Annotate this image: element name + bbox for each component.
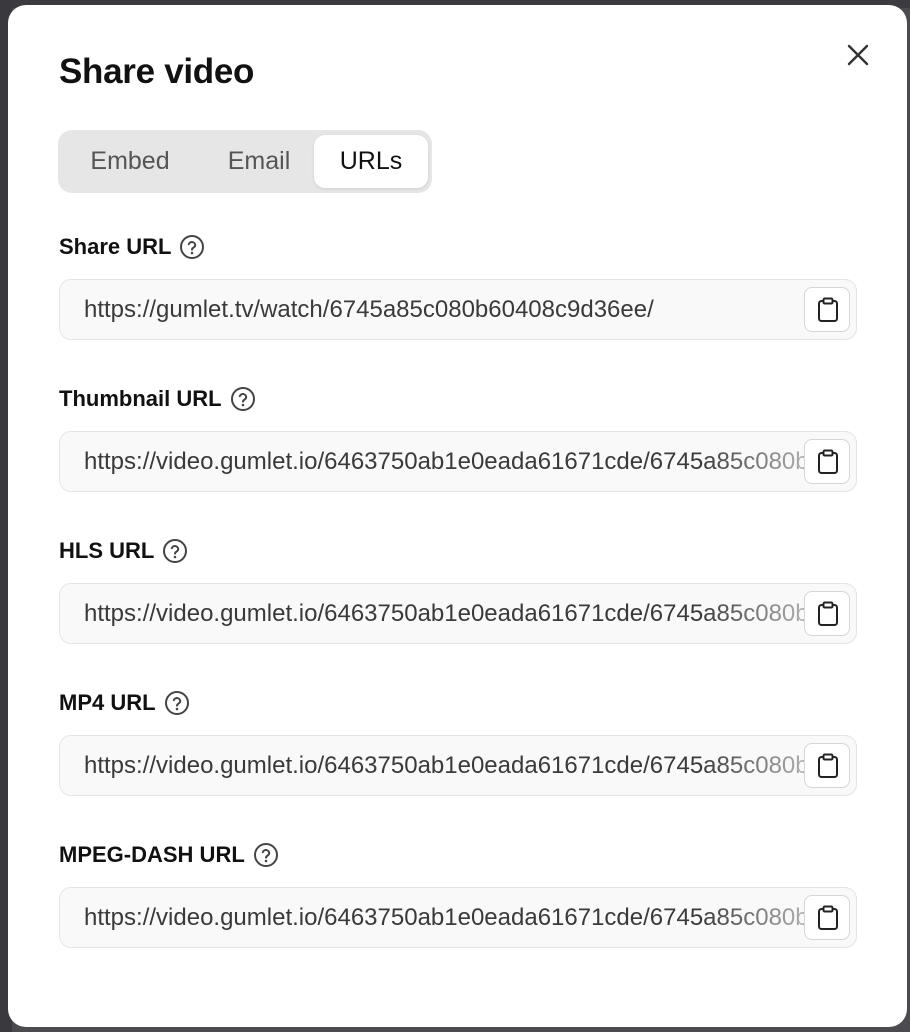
clipboard-icon [818, 449, 838, 474]
share-video-dialog: Share video Embed Email URLs Share URL T… [8, 5, 907, 1027]
dialog-title: Share video [59, 52, 255, 91]
clipboard-icon [818, 753, 838, 778]
thumbnail-url-field [59, 431, 857, 492]
hls-url-input[interactable] [84, 584, 804, 643]
share-url-label-row: Share URL [59, 233, 205, 261]
mp4-url-field [59, 735, 857, 796]
copy-hls-url-button[interactable] [804, 591, 850, 636]
help-circle-icon[interactable] [230, 386, 256, 412]
copy-mpeg-dash-url-button[interactable] [804, 895, 850, 940]
close-button[interactable] [844, 41, 872, 69]
mpeg-dash-url-input[interactable] [84, 888, 804, 947]
thumbnail-url-label: Thumbnail URL [59, 386, 222, 411]
copy-thumbnail-url-button[interactable] [804, 439, 850, 484]
help-circle-icon[interactable] [253, 842, 279, 868]
mpeg-dash-url-field [59, 887, 857, 948]
close-icon [847, 44, 869, 66]
share-tabs: Embed Email URLs [58, 130, 432, 193]
share-url-input[interactable] [84, 280, 804, 339]
mp4-url-input[interactable] [84, 736, 804, 795]
clipboard-icon [818, 601, 838, 626]
mp4-url-label-row: MP4 URL [59, 689, 190, 717]
mp4-url-label: MP4 URL [59, 690, 156, 715]
tab-urls[interactable]: URLs [314, 135, 428, 188]
mpeg-dash-url-label: MPEG-DASH URL [59, 842, 245, 867]
hls-url-field [59, 583, 857, 644]
share-url-label: Share URL [59, 234, 172, 259]
help-circle-icon[interactable] [162, 538, 188, 564]
thumbnail-url-label-row: Thumbnail URL [59, 385, 256, 413]
mpeg-dash-url-label-row: MPEG-DASH URL [59, 841, 279, 869]
hls-url-label: HLS URL [59, 538, 155, 563]
tab-email[interactable]: Email [212, 135, 306, 188]
share-url-field [59, 279, 857, 340]
thumbnail-url-input[interactable] [84, 432, 804, 491]
help-circle-icon[interactable] [164, 690, 190, 716]
tab-embed[interactable]: Embed [78, 135, 182, 188]
clipboard-icon [818, 297, 838, 322]
hls-url-label-row: HLS URL [59, 537, 188, 565]
copy-share-url-button[interactable] [804, 287, 850, 332]
copy-mp4-url-button[interactable] [804, 743, 850, 788]
clipboard-icon [818, 905, 838, 930]
help-circle-icon[interactable] [179, 234, 205, 260]
